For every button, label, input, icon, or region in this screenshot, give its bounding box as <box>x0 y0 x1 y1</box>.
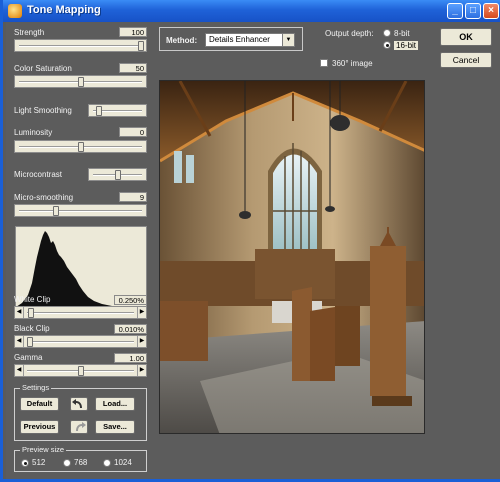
save-settings-button[interactable]: Save... <box>95 420 135 434</box>
luminosity-label: Luminosity <box>14 128 53 137</box>
slider-thumb[interactable] <box>77 142 84 152</box>
color-saturation-value[interactable]: 50 <box>119 63 147 73</box>
black-clip-value[interactable]: 0.010% <box>114 324 147 334</box>
undo-button[interactable] <box>70 397 88 411</box>
method-dropdown[interactable]: Details Enhancer ▼ <box>205 33 295 47</box>
tone-mapping-window: Tone Mapping _ □ × Strength 100 Color Sa… <box>0 0 500 482</box>
micro-smoothing-value[interactable]: 9 <box>119 192 147 202</box>
microcontrast-label: Microcontrast <box>14 170 63 179</box>
strength-label: Strength <box>14 28 45 37</box>
output-depth-label: Output depth: <box>325 29 374 38</box>
preview-size-group: Preview size 512 768 1024 <box>14 445 147 472</box>
redo-arrow-icon <box>76 422 86 431</box>
light-smoothing-slider[interactable] <box>88 104 147 117</box>
tone-mapped-preview-image[interactable] <box>159 80 425 434</box>
black-clip-slider[interactable]: ◀ ▶ <box>14 335 147 348</box>
slider-thumb[interactable] <box>53 206 60 216</box>
slider-track <box>19 210 142 212</box>
close-icon: × <box>488 5 494 16</box>
depth-16bit-label: 16-bit <box>394 41 419 50</box>
luminosity-slider[interactable] <box>14 140 147 153</box>
undo-arrow-icon <box>72 399 82 408</box>
previous-button[interactable]: Previous <box>20 420 59 434</box>
title-bar[interactable]: Tone Mapping _ □ × <box>3 0 500 22</box>
micro-smoothing-slider[interactable] <box>14 204 147 217</box>
method-box: Method: Details Enhancer ▼ <box>159 27 303 51</box>
gamma-value[interactable]: 1.00 <box>114 353 147 363</box>
gamma-slider[interactable]: ◀ ▶ <box>14 364 147 377</box>
preview-1024-label: 1024 <box>114 458 132 467</box>
preview-512-radio[interactable] <box>21 459 29 467</box>
image-360-label: 360° image <box>332 59 373 68</box>
white-clip-slider[interactable]: ◀ ▶ <box>14 306 147 319</box>
slider-thumb[interactable] <box>77 366 84 376</box>
slider-track <box>19 45 142 47</box>
slider-thumb[interactable] <box>138 41 144 51</box>
redo-button[interactable] <box>70 420 88 434</box>
gamma-label: Gamma <box>14 353 43 362</box>
method-value: Details Enhancer <box>209 35 270 44</box>
minimize-button[interactable]: _ <box>447 3 463 19</box>
chevron-down-icon[interactable]: ▼ <box>282 34 294 46</box>
scroll-right-icon[interactable]: ▶ <box>137 365 146 376</box>
depth-16bit-radio[interactable] <box>383 41 391 49</box>
maximize-button[interactable]: □ <box>465 3 481 19</box>
depth-8bit-label: 8-bit <box>394 29 410 38</box>
dialog-client-area: Strength 100 Color Saturation 50 Light S… <box>6 22 500 479</box>
scroll-right-icon[interactable]: ▶ <box>137 336 146 347</box>
minimize-icon: _ <box>452 5 458 16</box>
scroll-left-icon[interactable]: ◀ <box>15 365 24 376</box>
micro-smoothing-label: Micro-smoothing <box>14 193 74 202</box>
white-clip-label: White Clip <box>14 295 51 304</box>
method-label: Method: <box>166 36 198 45</box>
strength-value[interactable]: 100 <box>119 27 147 37</box>
scroll-left-icon[interactable]: ◀ <box>15 307 24 318</box>
slider-thumb[interactable] <box>77 77 84 87</box>
default-button[interactable]: Default <box>20 397 59 411</box>
preview-1024-radio[interactable] <box>103 459 111 467</box>
depth-8bit-radio[interactable] <box>383 29 391 37</box>
preview-size-legend: Preview size <box>20 445 67 454</box>
photomatix-app-icon <box>8 4 22 18</box>
ok-button[interactable]: OK <box>440 28 492 46</box>
slider-thumb[interactable] <box>114 170 121 180</box>
cancel-button[interactable]: Cancel <box>440 52 492 68</box>
church-interior-photo <box>160 81 424 433</box>
image-360-checkbox[interactable] <box>320 59 328 67</box>
close-button[interactable]: × <box>483 3 499 19</box>
preview-512-label: 512 <box>32 458 46 467</box>
preview-768-radio[interactable] <box>63 459 71 467</box>
color-saturation-label: Color Saturation <box>14 64 72 73</box>
slider-thumb[interactable] <box>95 106 102 116</box>
slider-thumb[interactable] <box>28 308 35 318</box>
settings-legend: Settings <box>20 383 52 392</box>
slider-track <box>27 312 134 314</box>
settings-group: Settings Default Load... Previous Save..… <box>14 383 147 441</box>
maximize-icon: □ <box>469 5 477 16</box>
strength-slider[interactable] <box>14 39 147 52</box>
window-title: Tone Mapping <box>27 4 101 16</box>
scroll-right-icon[interactable]: ▶ <box>137 307 146 318</box>
black-clip-label: Black Clip <box>14 324 50 333</box>
color-saturation-slider[interactable] <box>14 75 147 88</box>
microcontrast-slider[interactable] <box>88 168 147 181</box>
preview-768-label: 768 <box>74 458 88 467</box>
slider-track <box>27 341 134 343</box>
white-clip-value[interactable]: 0.250% <box>114 295 147 305</box>
luminosity-value[interactable]: 0 <box>119 127 147 137</box>
light-smoothing-label: Light Smoothing <box>14 106 72 115</box>
scroll-left-icon[interactable]: ◀ <box>15 336 24 347</box>
load-settings-button[interactable]: Load... <box>95 397 135 411</box>
slider-thumb[interactable] <box>27 337 34 347</box>
